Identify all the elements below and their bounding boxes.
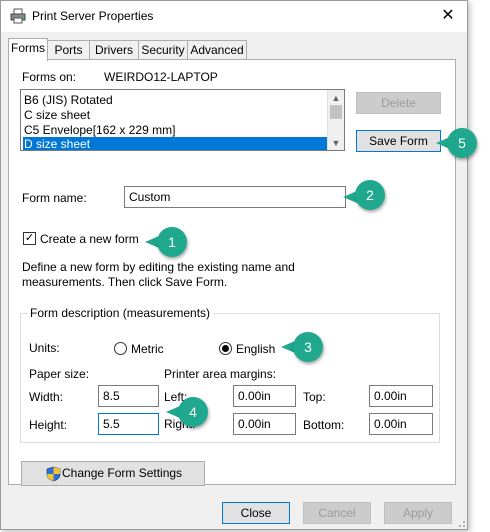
scroll-thumb[interactable] [330,105,342,119]
tab-forms[interactable]: Forms [8,38,48,61]
right-margin-input[interactable]: 0.00in [233,413,296,435]
scroll-up-icon[interactable]: ▲ [328,91,344,105]
delete-button[interactable]: Delete [356,92,441,114]
english-radio[interactable] [219,342,232,355]
tab-drivers[interactable]: Drivers [89,40,139,60]
list-item[interactable]: B6 (JIS) Rotated [23,93,113,108]
metric-label: Metric [131,342,164,356]
callout-1: 1 [157,227,187,257]
shield-icon [46,466,61,482]
bottom-margin-input[interactable]: 0.00in [369,413,433,435]
height-input[interactable]: 5.5 [98,413,159,435]
close-window-icon[interactable]: ✕ [437,5,459,27]
height-label: Height: [29,418,68,432]
description-line-1: Define a new form by editing the existin… [22,260,295,274]
change-form-settings-label: Change Form Settings [62,466,183,480]
top-margin-input[interactable]: 0.00in [369,385,433,407]
list-item[interactable]: C size sheet [23,108,90,123]
apply-button[interactable]: Apply [384,502,452,524]
window-title: Print Server Properties [32,9,154,23]
tab-ports[interactable]: Ports [47,40,90,60]
callout-4: 4 [178,397,208,427]
measurements-title: Form description (measurements) [27,306,214,320]
tab-security[interactable]: Security [138,40,188,60]
units-label: Units: [29,341,60,355]
forms-listbox[interactable]: B6 (JIS) Rotated C size sheet C5 Envelop… [20,89,345,151]
server-name: WEIRDO12-LAPTOP [104,70,218,84]
width-input[interactable]: 8.5 [98,385,159,407]
metric-radio[interactable] [114,342,127,355]
close-button[interactable]: Close [222,502,290,524]
resize-grip-icon[interactable] [456,518,466,528]
callout-5: 5 [447,128,477,158]
callout-3: 3 [293,332,323,362]
form-name-label: Form name: [22,191,87,205]
form-name-input[interactable]: Custom [124,186,346,208]
cancel-button[interactable]: Cancel [303,502,371,524]
scroll-down-icon[interactable]: ▼ [328,136,344,150]
callout-2: 2 [355,180,385,210]
radio-selected-dot [222,345,229,352]
list-item-selected[interactable]: D size sheet [23,137,330,150]
list-scrollbar[interactable]: ▲ ▼ [327,90,344,150]
forms-on-label: Forms on: [22,70,77,84]
english-label: English [236,342,276,356]
tab-advanced[interactable]: Advanced [187,40,247,60]
left-margin-input[interactable]: 0.00in [233,385,296,407]
printer-icon [10,8,26,24]
change-form-settings-button[interactable]: Change Form Settings [21,461,205,486]
top-label: Top: [303,390,326,404]
list-item[interactable]: C5 Envelope[162 x 229 mm] [23,123,175,138]
bottom-label: Bottom: [303,418,345,432]
width-label: Width: [29,390,64,404]
paper-size-label: Paper size: [29,367,90,381]
create-new-form-label: Create a new form [40,232,139,246]
create-new-form-checkbox[interactable]: ✓ [23,232,36,245]
save-form-button[interactable]: Save Form [356,130,441,152]
description-line-2: measurements. Then click Save Form. [22,275,228,289]
title-bar[interactable]: Print Server Properties ✕ [1,1,467,32]
printer-margins-label: Printer area margins: [164,367,277,381]
